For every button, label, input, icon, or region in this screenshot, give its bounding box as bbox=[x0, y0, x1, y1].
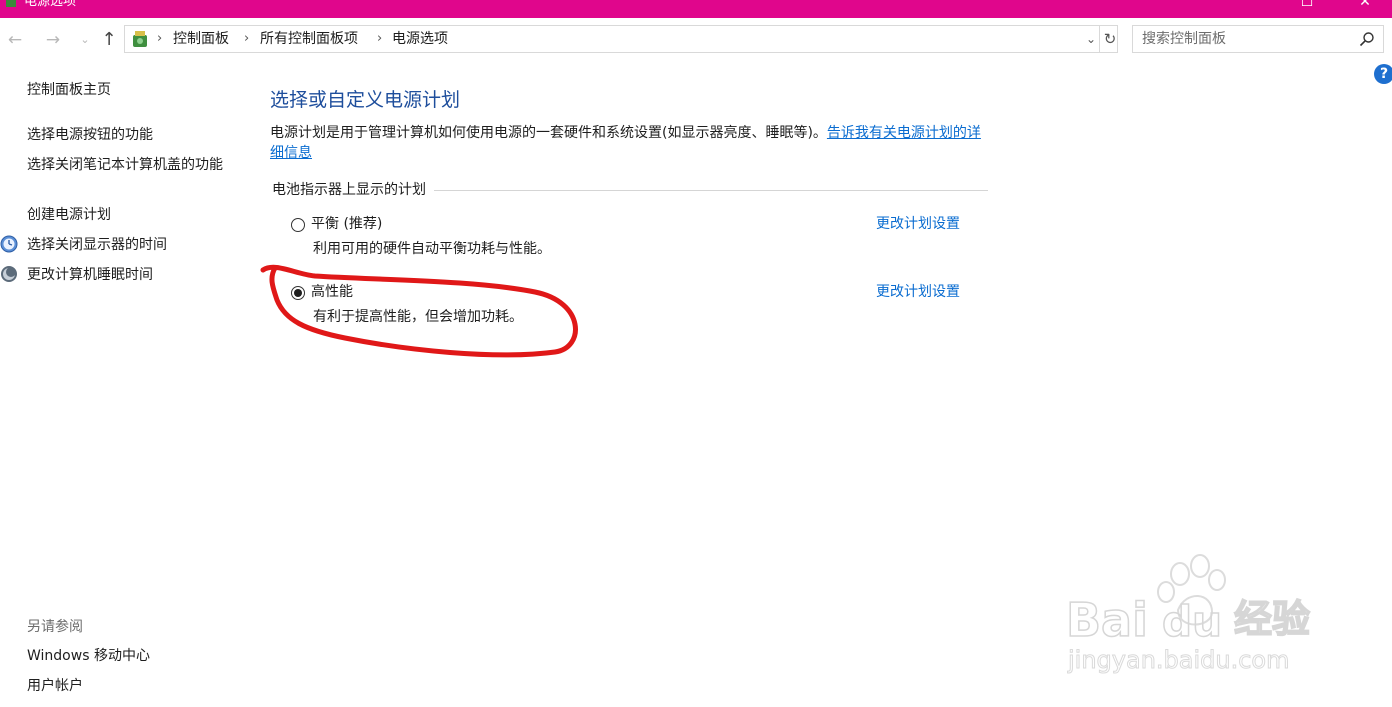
plan-balanced-name[interactable]: 平衡 (推荐) bbox=[311, 215, 382, 233]
page-description: 电源计划是用于管理计算机如何使用电源的一套硬件和系统设置(如显示器亮度、睡眠等)… bbox=[270, 123, 992, 163]
plan-balanced-radio[interactable] bbox=[291, 218, 305, 232]
svg-text:jingyan.baidu.com: jingyan.baidu.com bbox=[1067, 646, 1289, 674]
navigation-bar: ← → ⌄ ↑ › 控制面板 › 所有控制面板项 › 电源选项 ⌄ ↻ bbox=[0, 18, 1392, 62]
search-box[interactable] bbox=[1132, 25, 1384, 53]
sidebar-item-mobility-center[interactable]: Windows 移动中心 bbox=[27, 646, 150, 666]
maximize-button[interactable]: ☐ bbox=[1284, 0, 1330, 18]
breadcrumb-power-options[interactable]: 电源选项 bbox=[392, 30, 448, 48]
breadcrumb-separator: › bbox=[377, 31, 383, 46]
power-options-icon bbox=[6, 0, 16, 7]
plan-balanced-description: 利用可用的硬件自动平衡功耗与性能。 bbox=[313, 241, 551, 257]
sidebar-item-lid-close[interactable]: 选择关闭笔记本计算机盖的功能 bbox=[27, 155, 232, 175]
breadcrumb-control-panel[interactable]: 控制面板 bbox=[173, 30, 229, 48]
sidebar-item-home[interactable]: 控制面板主页 bbox=[27, 80, 111, 100]
plan-high-performance-description: 有利于提高性能，但会增加功耗。 bbox=[313, 309, 523, 325]
sidebar-item-create-plan[interactable]: 创建电源计划 bbox=[27, 205, 111, 225]
plan-high-performance-change-settings-link[interactable]: 更改计划设置 bbox=[876, 283, 960, 301]
baidu-watermark-logo: Bai du 经验 jingyan.baidu.com bbox=[1065, 554, 1311, 675]
group-label: 电池指示器上显示的计划 bbox=[272, 181, 434, 199]
plan-high-performance-radio[interactable] bbox=[291, 286, 305, 300]
search-icon[interactable] bbox=[1359, 31, 1375, 47]
address-dropdown-button[interactable]: ⌄ bbox=[1083, 29, 1099, 49]
window-title: 电源选项 bbox=[24, 0, 77, 9]
breadcrumb-separator: › bbox=[244, 31, 250, 46]
control-panel-icon bbox=[133, 31, 147, 47]
help-icon[interactable]: ? bbox=[1374, 64, 1392, 84]
sidebar-item-user-accounts[interactable]: 用户帐户 bbox=[27, 676, 83, 696]
breadcrumb-all-items[interactable]: 所有控制面板项 bbox=[260, 30, 358, 48]
page-title: 选择或自定义电源计划 bbox=[270, 89, 461, 111]
plan-balanced-change-settings-link[interactable]: 更改计划设置 bbox=[876, 215, 960, 233]
address-bar[interactable]: › 控制面板 › 所有控制面板项 › 电源选项 ⌄ ↻ bbox=[124, 25, 1118, 53]
sidebar-item-display-off[interactable]: 选择关闭显示器的时间 bbox=[27, 235, 167, 255]
display-off-icon bbox=[0, 235, 18, 253]
breadcrumb-separator: › bbox=[157, 31, 163, 46]
up-button[interactable]: ↑ bbox=[98, 29, 120, 51]
svg-text:Bai: Bai bbox=[1066, 593, 1148, 647]
recent-locations-button[interactable]: ⌄ bbox=[74, 29, 96, 51]
sidebar-item-power-button[interactable]: 选择电源按钮的功能 bbox=[27, 125, 153, 145]
sidebar-item-sleep[interactable]: 更改计算机睡眠时间 bbox=[27, 265, 153, 285]
plan-high-performance-name[interactable]: 高性能 bbox=[311, 283, 353, 301]
see-also-heading: 另请参阅 bbox=[27, 619, 83, 635]
forward-button[interactable]: → bbox=[42, 29, 64, 51]
svg-text:经验: 经验 bbox=[1234, 597, 1310, 641]
title-bar: 电源选项 ☐ ✕ bbox=[0, 0, 1392, 18]
close-button[interactable]: ✕ bbox=[1342, 0, 1388, 18]
description-text: 电源计划是用于管理计算机如何使用电源的一套硬件和系统设置(如显示器亮度、睡眠等)… bbox=[270, 125, 827, 141]
sleep-moon-icon bbox=[1, 266, 17, 282]
svg-text:du: du bbox=[1162, 597, 1222, 646]
back-button[interactable]: ← bbox=[4, 29, 26, 51]
search-input[interactable] bbox=[1133, 26, 1353, 52]
refresh-button[interactable]: ↻ bbox=[1099, 26, 1120, 52]
